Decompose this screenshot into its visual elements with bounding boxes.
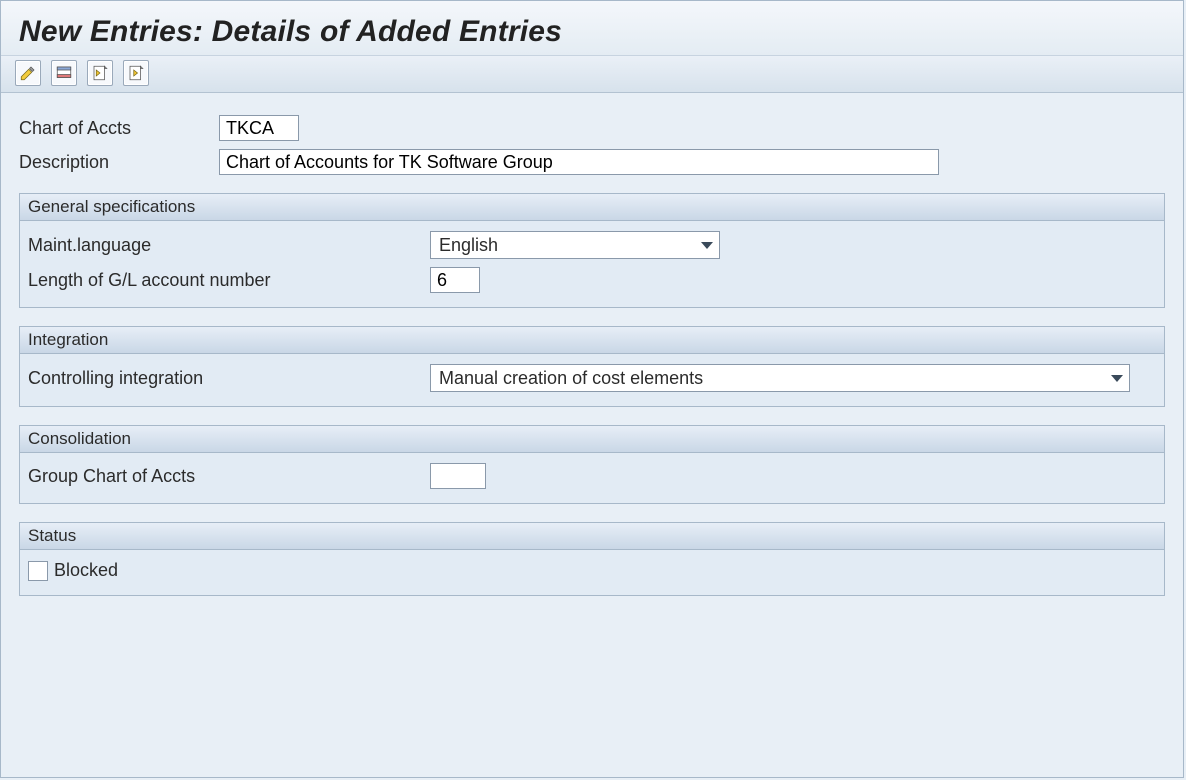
toolbar-next-entry-button[interactable] xyxy=(123,60,149,86)
chart-of-accts-input[interactable] xyxy=(219,115,299,141)
next-entry-icon xyxy=(127,64,145,82)
table-settings-icon xyxy=(55,64,73,82)
group-chart-of-accts-row: Group Chart of Accts xyxy=(28,459,1156,493)
toolbar-previous-entry-button[interactable] xyxy=(87,60,113,86)
change-icon xyxy=(19,64,37,82)
general-specifications-body: Maint.language English Length of G/L acc… xyxy=(20,221,1164,307)
status-group: Status Blocked xyxy=(19,522,1165,596)
maint-language-row: Maint.language English xyxy=(28,227,1156,263)
toolbar xyxy=(1,56,1183,93)
page-title: New Entries: Details of Added Entries xyxy=(19,15,1165,49)
status-title: Status xyxy=(20,523,1164,550)
content-area: Chart of Accts Description General speci… xyxy=(1,93,1183,606)
controlling-integration-dropdown[interactable]: Manual creation of cost elements xyxy=(430,364,1130,392)
chevron-down-icon xyxy=(1111,375,1123,382)
chart-of-accts-row: Chart of Accts xyxy=(19,115,1165,141)
group-chart-of-accts-label: Group Chart of Accts xyxy=(28,466,430,487)
toolbar-table-settings-button[interactable] xyxy=(51,60,77,86)
integration-title: Integration xyxy=(20,327,1164,354)
description-label: Description xyxy=(19,152,219,173)
previous-entry-icon xyxy=(91,64,109,82)
consolidation-group: Consolidation Group Chart of Accts xyxy=(19,425,1165,504)
status-body: Blocked xyxy=(20,550,1164,595)
blocked-label: Blocked xyxy=(54,560,118,581)
controlling-integration-row: Controlling integration Manual creation … xyxy=(28,360,1156,396)
gl-length-input[interactable] xyxy=(430,267,480,293)
general-specifications-group: General specifications Maint.language En… xyxy=(19,193,1165,308)
blocked-checkbox[interactable] xyxy=(28,561,48,581)
maint-language-dropdown[interactable]: English xyxy=(430,231,720,259)
gl-length-row: Length of G/L account number xyxy=(28,263,1156,297)
consolidation-body: Group Chart of Accts xyxy=(20,453,1164,503)
blocked-row: Blocked xyxy=(28,556,1156,585)
toolbar-change-button[interactable] xyxy=(15,60,41,86)
titlebar: New Entries: Details of Added Entries xyxy=(1,1,1183,56)
consolidation-title: Consolidation xyxy=(20,426,1164,453)
gl-length-label: Length of G/L account number xyxy=(28,270,430,291)
description-row: Description xyxy=(19,149,1165,175)
maint-language-label: Maint.language xyxy=(28,235,430,256)
maint-language-value: English xyxy=(439,235,498,256)
description-input[interactable] xyxy=(219,149,939,175)
window: New Entries: Details of Added Entries Ch… xyxy=(0,0,1184,778)
integration-group: Integration Controlling integration Manu… xyxy=(19,326,1165,407)
general-specifications-title: General specifications xyxy=(20,194,1164,221)
controlling-integration-value: Manual creation of cost elements xyxy=(439,368,703,389)
chart-of-accts-label: Chart of Accts xyxy=(19,118,219,139)
integration-body: Controlling integration Manual creation … xyxy=(20,354,1164,406)
chevron-down-icon xyxy=(701,242,713,249)
controlling-integration-label: Controlling integration xyxy=(28,368,430,389)
group-chart-of-accts-input[interactable] xyxy=(430,463,486,489)
